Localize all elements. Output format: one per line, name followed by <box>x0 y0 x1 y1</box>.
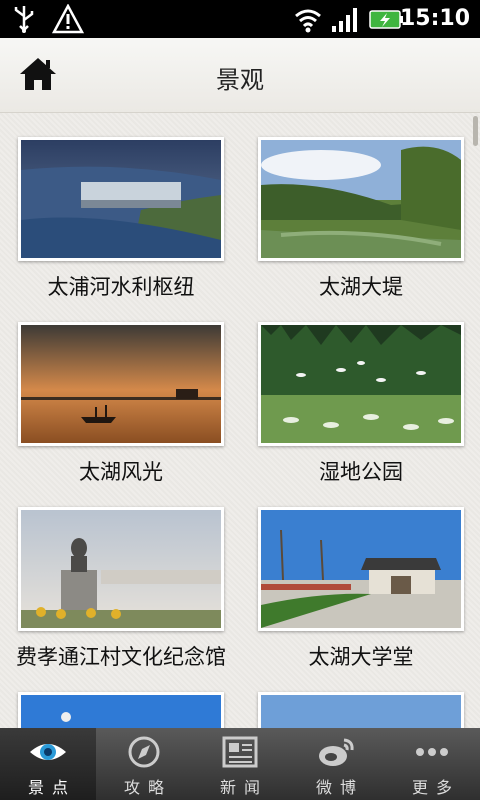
warning-icon <box>52 4 84 34</box>
signal-icon <box>332 8 357 32</box>
tab-guides[interactable]: 攻略 <box>96 728 192 800</box>
attraction-name: 湿地公园 <box>319 460 403 484</box>
tab-weibo[interactable]: 微博 <box>288 728 384 800</box>
attraction-card[interactable]: 太浦河水利枢纽 <box>18 137 224 301</box>
attraction-photo <box>258 507 464 631</box>
more-icon <box>416 748 448 756</box>
attraction-photo <box>258 322 464 446</box>
attraction-card[interactable] <box>18 692 224 728</box>
attraction-name: 太浦河水利枢纽 <box>47 275 195 299</box>
attraction-photo <box>18 322 224 446</box>
attraction-name: 太湖大学堂 <box>308 645 414 669</box>
header: 景观 <box>0 38 480 113</box>
tab-attractions[interactable]: 景点 <box>0 728 96 800</box>
tab-label: 更多 <box>411 778 460 797</box>
attraction-name: 太湖大堤 <box>319 275 403 299</box>
page-title: 景观 <box>216 66 264 94</box>
attraction-card[interactable]: 太湖大学堂 <box>258 507 464 671</box>
clock: 15:10 <box>399 6 470 31</box>
attraction-photo <box>18 692 224 728</box>
attraction-name: 费孝通江村文化纪念馆 <box>16 645 226 669</box>
tab-label: 新闻 <box>219 778 268 797</box>
eye-icon <box>30 744 66 760</box>
attraction-card[interactable]: 太湖风光 <box>18 322 224 486</box>
attraction-card[interactable] <box>258 692 464 728</box>
usb-icon <box>14 6 34 33</box>
attraction-photo <box>258 692 464 728</box>
attraction-photo <box>258 137 464 261</box>
attraction-card[interactable]: 费孝通江村文化纪念馆 <box>16 507 226 671</box>
tab-label: 景点 <box>27 778 76 797</box>
scrollbar[interactable] <box>473 116 478 146</box>
battery-icon <box>369 10 403 29</box>
attraction-card[interactable]: 太湖大堤 <box>258 137 464 301</box>
tab-more[interactable]: 更多 <box>384 728 480 800</box>
status-bar: 15:10 <box>0 0 480 38</box>
attraction-card[interactable]: 湿地公园 <box>258 322 464 486</box>
tab-label: 攻略 <box>123 778 172 797</box>
wifi-icon <box>295 9 321 33</box>
attraction-name: 太湖风光 <box>79 460 163 484</box>
bottom-tab-bar: 景点 攻略 新闻 微博 更多 <box>0 728 480 800</box>
compass-icon <box>128 736 160 768</box>
attraction-photo <box>18 507 224 631</box>
tab-news[interactable]: 新闻 <box>192 728 288 800</box>
attraction-photo <box>18 137 224 261</box>
weibo-icon <box>319 738 354 766</box>
newspaper-icon <box>222 736 258 768</box>
attraction-grid[interactable]: 太浦河水利枢纽 太湖大堤 太湖风光 湿地公园 费孝通江村文化纪念馆 太湖大学堂 <box>0 113 480 728</box>
tab-label: 微博 <box>315 778 364 797</box>
